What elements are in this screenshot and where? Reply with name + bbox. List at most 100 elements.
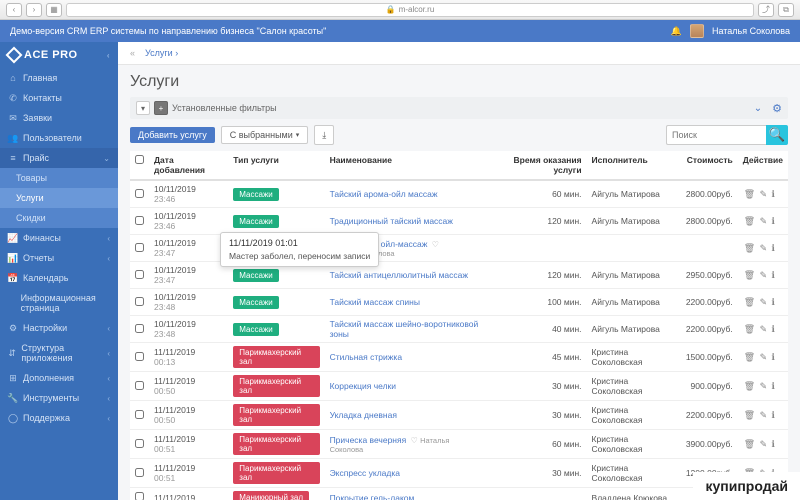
sidebar-item[interactable]: 👥Пользователи	[0, 128, 118, 148]
sidebar-item[interactable]: ≡Прайс⌄	[0, 148, 118, 168]
sidebar-item[interactable]: ⇵Структура приложения‹	[0, 338, 118, 368]
edit-icon[interactable]: ✎	[760, 189, 768, 199]
name-link[interactable]: Покрытие гель-лаком	[330, 493, 415, 500]
type-badge[interactable]: Парикмахерский зал	[233, 346, 319, 368]
edit-icon[interactable]: ✎	[760, 381, 768, 391]
col-name[interactable]: Наименование	[325, 151, 489, 180]
row-checkbox[interactable]	[135, 270, 144, 279]
info-icon[interactable]: ℹ	[772, 324, 775, 334]
type-badge[interactable]: Массажи	[233, 269, 278, 282]
info-icon[interactable]: ℹ	[772, 352, 775, 362]
col-date[interactable]: Дата добавления	[149, 151, 228, 180]
row-checkbox[interactable]	[135, 352, 144, 361]
sidebar-item[interactable]: 📅Календарь	[0, 268, 118, 288]
search-input[interactable]	[666, 125, 766, 145]
type-badge[interactable]: Массажи	[233, 188, 278, 201]
name-link[interactable]: Стильная стрижка	[330, 352, 403, 362]
delete-icon[interactable]: 🗑	[744, 297, 755, 307]
logo[interactable]: ACE PRO ‹	[0, 42, 118, 68]
col-price[interactable]: Стоимость	[681, 151, 738, 180]
row-checkbox[interactable]	[135, 439, 144, 448]
sidebar-item[interactable]: 📈Финансы‹	[0, 228, 118, 248]
info-icon[interactable]: ℹ	[772, 216, 775, 226]
heart-icon[interactable]: ♡	[411, 436, 418, 445]
row-checkbox[interactable]	[135, 381, 144, 390]
info-icon[interactable]: ℹ	[772, 243, 775, 253]
edit-icon[interactable]: ✎	[760, 216, 768, 226]
export-button[interactable]: ⤓	[314, 125, 334, 145]
sidebar-subitem[interactable]: Услуги	[0, 188, 118, 208]
name-link[interactable]: Тайский массаж спины	[330, 297, 420, 307]
heart-icon[interactable]: ♡	[432, 240, 439, 249]
name-link[interactable]: Тайский антицеллюлитный массаж	[330, 270, 469, 280]
back-button[interactable]: ‹	[6, 3, 22, 17]
share-button[interactable]: ⤴	[758, 3, 774, 17]
name-link[interactable]: Экспресс укладка	[330, 468, 400, 478]
tabs-button[interactable]: ⧉	[778, 3, 794, 17]
sidebar-subitem[interactable]: Товары	[0, 168, 118, 188]
edit-icon[interactable]: ✎	[760, 410, 768, 420]
user-name[interactable]: Наталья Соколова	[712, 26, 790, 36]
collapse-main-icon[interactable]: «	[130, 48, 135, 58]
delete-icon[interactable]: 🗑	[744, 410, 755, 420]
info-icon[interactable]: ℹ	[772, 189, 775, 199]
row-checkbox[interactable]	[135, 297, 144, 306]
row-checkbox[interactable]	[135, 216, 144, 225]
sidebar-item[interactable]: Информационная страница	[0, 288, 118, 318]
name-link[interactable]: Тайский арома-ойл массаж	[330, 189, 438, 199]
edit-icon[interactable]: ✎	[760, 324, 768, 334]
sidebar-item[interactable]: ⌂Главная	[0, 68, 118, 88]
col-type[interactable]: Тип услуги	[228, 151, 324, 180]
breadcrumb[interactable]: « Услуги ›	[118, 42, 800, 65]
collapse-icon[interactable]: ‹	[107, 51, 110, 60]
delete-icon[interactable]: 🗑	[744, 439, 755, 449]
col-exec[interactable]: Исполнитель	[587, 151, 681, 180]
sidebar-item[interactable]: ⊞Дополнения‹	[0, 368, 118, 388]
info-icon[interactable]: ℹ	[772, 297, 775, 307]
bell-icon[interactable]: 🔔	[671, 26, 682, 37]
info-icon[interactable]: ℹ	[772, 410, 775, 420]
name-link[interactable]: Коррекция челки	[330, 381, 396, 391]
delete-icon[interactable]: 🗑	[744, 216, 755, 226]
name-link[interactable]: Тайский массаж шейно-воротниковой зоны	[330, 319, 479, 339]
row-checkbox[interactable]	[135, 410, 144, 419]
name-link[interactable]: Прическа вечерняя	[330, 435, 407, 445]
search-button[interactable]: 🔍	[766, 125, 788, 145]
row-checkbox[interactable]	[135, 468, 144, 477]
sidebar-item[interactable]: 📊Отчеты‹	[0, 248, 118, 268]
filter-add-button[interactable]: +	[154, 101, 168, 115]
sidebar-item[interactable]: ✆Контакты	[0, 88, 118, 108]
edit-icon[interactable]: ✎	[760, 243, 768, 253]
filter-collapse-button[interactable]: ▾	[136, 101, 150, 115]
delete-icon[interactable]: 🗑	[744, 189, 755, 199]
type-badge[interactable]: Парикмахерский зал	[233, 404, 319, 426]
type-badge[interactable]: Парикмахерский зал	[233, 433, 319, 455]
bulk-button[interactable]: С выбранными ▾	[221, 126, 309, 144]
name-link[interactable]: Традиционный тайский массаж	[330, 216, 453, 226]
select-all-checkbox[interactable]	[135, 155, 144, 164]
name-link[interactable]: Укладка дневная	[330, 410, 397, 420]
delete-icon[interactable]: 🗑	[744, 270, 755, 280]
row-checkbox[interactable]	[135, 189, 144, 198]
type-badge[interactable]: Массажи	[233, 215, 278, 228]
delete-icon[interactable]: 🗑	[744, 243, 755, 253]
sidebar-subitem[interactable]: Скидки	[0, 208, 118, 228]
sidebar-item[interactable]: ✉Заявки	[0, 108, 118, 128]
delete-icon[interactable]: 🗑	[744, 381, 755, 391]
edit-icon[interactable]: ✎	[760, 297, 768, 307]
type-badge[interactable]: Массажи	[233, 296, 278, 309]
info-icon[interactable]: ℹ	[772, 270, 775, 280]
row-checkbox[interactable]	[135, 243, 144, 252]
panel-button[interactable]: ▦	[46, 3, 62, 17]
forward-button[interactable]: ›	[26, 3, 42, 17]
row-checkbox[interactable]	[135, 492, 144, 500]
sidebar-item[interactable]: 🔧Инструменты‹	[0, 388, 118, 408]
sidebar-item[interactable]: ◯Поддержка‹	[0, 408, 118, 428]
gear-icon[interactable]: ⚙	[772, 102, 782, 115]
edit-icon[interactable]: ✎	[760, 352, 768, 362]
avatar[interactable]	[690, 24, 704, 38]
add-button[interactable]: Добавить услугу	[130, 127, 215, 143]
edit-icon[interactable]: ✎	[760, 439, 768, 449]
chevron-down-icon[interactable]: ⌄	[754, 103, 762, 114]
row-checkbox[interactable]	[135, 324, 144, 333]
